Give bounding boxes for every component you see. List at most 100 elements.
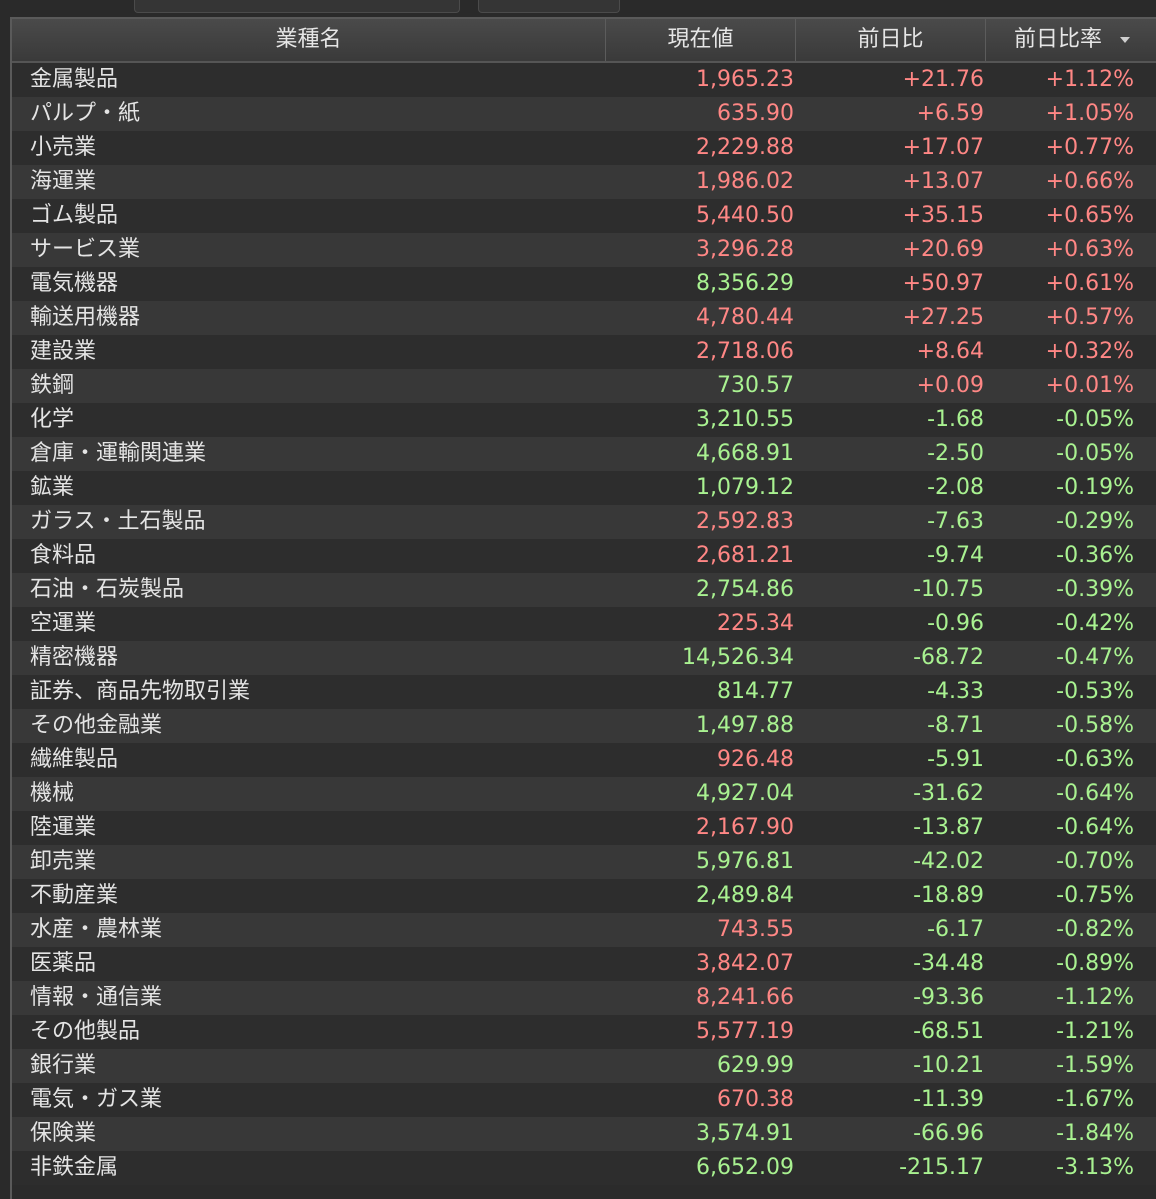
price-change-rate: -1.84% bbox=[1056, 1121, 1134, 1146]
table-header: 業種名 現在値 前日比 前日比率 bbox=[12, 19, 1156, 63]
price-change: +6.59 bbox=[916, 101, 984, 126]
toolbar-dropdown[interactable] bbox=[134, 0, 460, 13]
sector-name: 小売業 bbox=[30, 135, 97, 160]
price-change: -2.08 bbox=[927, 475, 984, 500]
price-change: -215.17 bbox=[899, 1155, 984, 1180]
price-change-rate: -0.29% bbox=[1056, 509, 1134, 534]
table-row[interactable]: 保険業 3,574.91 -66.96 -1.84% bbox=[12, 1117, 1156, 1151]
table-row[interactable]: サービス業 3,296.28 +20.69 +0.63% bbox=[12, 233, 1156, 267]
table-row[interactable]: 非鉄金属 6,652.09 -215.17 -3.13% bbox=[12, 1151, 1156, 1185]
column-header-price[interactable]: 現在値 bbox=[606, 19, 796, 61]
sector-name: 繊維製品 bbox=[30, 747, 119, 772]
column-header-change-rate-label: 前日比率 bbox=[1014, 27, 1103, 52]
table-row[interactable]: 化学 3,210.55 -1.68 -0.05% bbox=[12, 403, 1156, 437]
column-header-change-rate[interactable]: 前日比率 bbox=[986, 19, 1156, 61]
table-row[interactable]: 食料品 2,681.21 -9.74 -0.36% bbox=[12, 539, 1156, 573]
current-price: 2,167.90 bbox=[696, 815, 794, 840]
table-row[interactable]: 海運業 1,986.02 +13.07 +0.66% bbox=[12, 165, 1156, 199]
price-change: +27.25 bbox=[902, 305, 984, 330]
current-price: 225.34 bbox=[717, 611, 794, 636]
table-row[interactable]: 電気・ガス業 670.38 -11.39 -1.67% bbox=[12, 1083, 1156, 1117]
table-row[interactable]: 機械 4,927.04 -31.62 -0.64% bbox=[12, 777, 1156, 811]
price-change-rate: -0.42% bbox=[1056, 611, 1134, 636]
column-header-sector-name[interactable]: 業種名 bbox=[12, 19, 606, 61]
sector-name: 食料品 bbox=[30, 543, 97, 568]
table-row[interactable]: 金属製品 1,965.23 +21.76 +1.12% bbox=[12, 63, 1156, 97]
price-change-rate: -0.47% bbox=[1056, 645, 1134, 670]
price-change: +0.09 bbox=[916, 373, 984, 398]
current-price: 1,965.23 bbox=[696, 67, 794, 92]
price-change: -4.33 bbox=[927, 679, 984, 704]
toolbar-button[interactable] bbox=[478, 0, 620, 13]
price-change: -6.17 bbox=[927, 917, 984, 942]
sector-name: 証券、商品先物取引業 bbox=[30, 679, 251, 704]
table-row[interactable]: 空運業 225.34 -0.96 -0.42% bbox=[12, 607, 1156, 641]
price-change: -31.62 bbox=[913, 781, 984, 806]
table-row[interactable]: その他製品 5,577.19 -68.51 -1.21% bbox=[12, 1015, 1156, 1049]
sector-name: 情報・通信業 bbox=[30, 985, 163, 1010]
price-change-rate: -0.89% bbox=[1056, 951, 1134, 976]
table-row[interactable]: その他金融業 1,497.88 -8.71 -0.58% bbox=[12, 709, 1156, 743]
current-price: 4,668.91 bbox=[696, 441, 794, 466]
current-price: 8,356.29 bbox=[696, 271, 794, 296]
table-row[interactable]: 卸売業 5,976.81 -42.02 -0.70% bbox=[12, 845, 1156, 879]
price-change-rate: -0.64% bbox=[1056, 781, 1134, 806]
current-price: 926.48 bbox=[717, 747, 794, 772]
current-price: 629.99 bbox=[717, 1053, 794, 1078]
table-row[interactable]: 銀行業 629.99 -10.21 -1.59% bbox=[12, 1049, 1156, 1083]
sector-name: サービス業 bbox=[30, 237, 141, 262]
price-change-rate: +0.77% bbox=[1045, 135, 1134, 160]
table-row[interactable]: 電気機器 8,356.29 +50.97 +0.61% bbox=[12, 267, 1156, 301]
price-change-rate: +0.66% bbox=[1045, 169, 1134, 194]
price-change-rate: -0.19% bbox=[1056, 475, 1134, 500]
table-row[interactable]: 小売業 2,229.88 +17.07 +0.77% bbox=[12, 131, 1156, 165]
table-row[interactable]: 精密機器 14,526.34 -68.72 -0.47% bbox=[12, 641, 1156, 675]
table-body: 金属製品 1,965.23 +21.76 +1.12% パルプ・紙 635.90 +6.59… bbox=[12, 63, 1156, 1185]
price-change-rate: -1.59% bbox=[1056, 1053, 1134, 1078]
sector-table: 業種名 現在値 前日比 前日比率 金属製品 1,965.23 +21.76 +1.12… bbox=[10, 17, 1156, 1199]
sector-name: ゴム製品 bbox=[30, 203, 119, 228]
price-change-rate: +1.12% bbox=[1045, 67, 1134, 92]
table-row[interactable]: 倉庫・運輸関連業 4,668.91 -2.50 -0.05% bbox=[12, 437, 1156, 471]
table-row[interactable]: 鉱業 1,079.12 -2.08 -0.19% bbox=[12, 471, 1156, 505]
table-row[interactable]: 不動産業 2,489.84 -18.89 -0.75% bbox=[12, 879, 1156, 913]
table-row[interactable]: 陸運業 2,167.90 -13.87 -0.64% bbox=[12, 811, 1156, 845]
sector-name: 電気・ガス業 bbox=[30, 1087, 163, 1112]
table-row[interactable]: パルプ・紙 635.90 +6.59 +1.05% bbox=[12, 97, 1156, 131]
price-change-rate: -0.82% bbox=[1056, 917, 1134, 942]
table-row[interactable]: 医薬品 3,842.07 -34.48 -0.89% bbox=[12, 947, 1156, 981]
toolbar bbox=[0, 0, 1156, 16]
column-header-change[interactable]: 前日比 bbox=[796, 19, 986, 61]
sector-name: パルプ・紙 bbox=[30, 101, 141, 126]
price-change: -7.63 bbox=[927, 509, 984, 534]
sector-name: 建設業 bbox=[30, 339, 97, 364]
table-row[interactable]: 証券、商品先物取引業 814.77 -4.33 -0.53% bbox=[12, 675, 1156, 709]
price-change: +13.07 bbox=[902, 169, 984, 194]
price-change: -2.50 bbox=[927, 441, 984, 466]
table-row[interactable]: 鉄鋼 730.57 +0.09 +0.01% bbox=[12, 369, 1156, 403]
sector-name: 医薬品 bbox=[30, 951, 97, 976]
price-change-rate: -0.64% bbox=[1056, 815, 1134, 840]
price-change: -93.36 bbox=[913, 985, 984, 1010]
current-price: 730.57 bbox=[717, 373, 794, 398]
table-row[interactable]: 石油・石炭製品 2,754.86 -10.75 -0.39% bbox=[12, 573, 1156, 607]
table-row[interactable]: 建設業 2,718.06 +8.64 +0.32% bbox=[12, 335, 1156, 369]
table-row[interactable]: ガラス・土石製品 2,592.83 -7.63 -0.29% bbox=[12, 505, 1156, 539]
current-price: 3,296.28 bbox=[696, 237, 794, 262]
price-change-rate: +0.63% bbox=[1045, 237, 1134, 262]
sector-name: 水産・農林業 bbox=[30, 917, 163, 942]
sector-name: 鉱業 bbox=[30, 475, 75, 500]
price-change: -68.51 bbox=[913, 1019, 984, 1044]
price-change: -5.91 bbox=[927, 747, 984, 772]
table-row[interactable]: 繊維製品 926.48 -5.91 -0.63% bbox=[12, 743, 1156, 777]
price-change: +21.76 bbox=[902, 67, 984, 92]
table-row[interactable]: 水産・農林業 743.55 -6.17 -0.82% bbox=[12, 913, 1156, 947]
price-change-rate: +1.05% bbox=[1045, 101, 1134, 126]
table-row[interactable]: 輸送用機器 4,780.44 +27.25 +0.57% bbox=[12, 301, 1156, 335]
table-row[interactable]: 情報・通信業 8,241.66 -93.36 -1.12% bbox=[12, 981, 1156, 1015]
current-price: 3,842.07 bbox=[696, 951, 794, 976]
price-change: -11.39 bbox=[913, 1087, 984, 1112]
price-change-rate: -0.75% bbox=[1056, 883, 1134, 908]
price-change: -34.48 bbox=[913, 951, 984, 976]
table-row[interactable]: ゴム製品 5,440.50 +35.15 +0.65% bbox=[12, 199, 1156, 233]
